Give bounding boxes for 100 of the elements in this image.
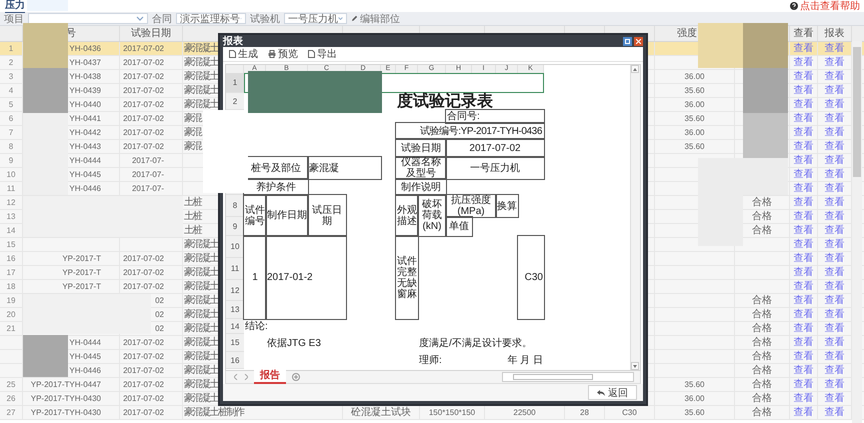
table-cell: 豪混凝土 xyxy=(184,85,218,96)
table-cell: 27 xyxy=(6,408,16,417)
table-cell: 28 xyxy=(580,408,589,417)
sheet-cell-text: 依据JTG E3 xyxy=(266,336,322,350)
table-cell: 3 xyxy=(8,72,14,81)
table-cell: 合格 xyxy=(752,197,772,208)
sheet-cell: 试验日期 xyxy=(396,139,446,157)
table-cell: 合格 xyxy=(752,351,772,362)
sheet-cell: 桩号及部位 xyxy=(244,157,308,179)
table-cell: 22500 xyxy=(513,408,536,417)
table-cell: 35.60 xyxy=(684,114,705,123)
table-cell: YH-0441 xyxy=(69,114,101,123)
table-cell: 2017-07- xyxy=(132,170,164,179)
table-cell: 6 xyxy=(8,114,14,123)
table-cell: 豪混凝土桩制作 xyxy=(184,407,244,418)
table-cell: YH-0446 xyxy=(69,366,101,375)
table-cell: 36.00 xyxy=(684,394,705,403)
filter-label: 项目 xyxy=(4,12,24,26)
table-cell: YP-2017-TYH-0430 xyxy=(30,408,101,417)
table-cell: 10 xyxy=(6,170,16,179)
table-cell: 35.60 xyxy=(684,380,705,389)
table-cell: 豪混 xyxy=(184,113,201,124)
table-cell: 7 xyxy=(8,128,14,137)
table-cell: 豪混凝土 xyxy=(184,337,218,348)
table-cell: 豪混凝土 xyxy=(184,309,218,320)
sheet-cell: 破坏荷载(kN) xyxy=(418,195,446,236)
table-cell: YH-0442 xyxy=(69,128,101,137)
sheet-cell: 试件编号 xyxy=(244,195,266,236)
table-cell: 2017-07- xyxy=(132,156,164,165)
sheet-cell: 抗压强度(MPa) xyxy=(446,195,496,217)
sheet-cell-text: 度试验记录表 xyxy=(396,93,494,110)
table-cell: 4 xyxy=(8,86,14,95)
table-cell: 02 xyxy=(155,324,164,333)
table-cell: 土桩 xyxy=(184,211,201,222)
table-cell: 土桩 xyxy=(184,225,201,236)
table-cell: 9 xyxy=(8,156,14,165)
table-cell: 2017-07-02 xyxy=(123,394,164,403)
table-cell: 11 xyxy=(6,184,16,193)
table-cell: YH-0437 xyxy=(69,58,101,67)
sheet-cell: 试验编号:YP-2017-TYH-0436 xyxy=(396,123,544,139)
table-cell: 13 xyxy=(6,212,16,221)
table-cell: 豪混凝土 xyxy=(184,99,218,110)
table-cell: 豪混凝土 xyxy=(184,323,218,334)
table-cell: 合格 xyxy=(752,337,772,348)
sheet-cell: 单值 xyxy=(446,217,472,236)
sheet-cell: 仪器名称及型号 xyxy=(396,157,446,179)
sheet-cell: 外观描述 xyxy=(396,195,418,236)
sheet-cell: 换算 xyxy=(496,195,518,217)
sheet-cell-text: 年 月 日 xyxy=(506,354,544,368)
table-cell: 2017-07-02 xyxy=(123,100,164,109)
table-cell: 2017-07-02 xyxy=(123,72,164,81)
table-cell: YH-0439 xyxy=(69,86,101,95)
table-cell: 豪混凝土 xyxy=(184,281,218,292)
table-cell: 豪混凝土 xyxy=(184,253,218,264)
table-cell: 土桩 xyxy=(184,197,201,208)
table-cell: YH-0443 xyxy=(69,142,101,151)
sheet-cell: 制作日期 xyxy=(266,195,308,236)
table-cell: 36.00 xyxy=(684,100,705,109)
table-cell: 21 xyxy=(6,324,16,333)
table-cell: 2017-07-02 xyxy=(123,366,164,375)
table-cell: 2017-07-02 xyxy=(123,114,164,123)
table-cell: 合格 xyxy=(752,225,772,236)
table-cell: 2017-07-02 xyxy=(123,58,164,67)
table-cell: 2017-07- xyxy=(132,184,164,193)
sheet-cell: C30 xyxy=(518,236,544,319)
table-cell: 2 xyxy=(8,58,14,67)
table-cell: 5 xyxy=(8,100,14,109)
table-cell: YH-0444 xyxy=(69,338,101,347)
sheet-cell: 养护条件 xyxy=(244,179,308,195)
table-cell: 2017-07-02 xyxy=(123,352,164,361)
table-cell: 豪混凝土 xyxy=(184,351,218,362)
table-cell: 16 xyxy=(6,254,16,263)
filter-label: 合同 xyxy=(152,12,172,26)
table-cell: 02 xyxy=(155,310,164,319)
table-cell: 2017-07-02 xyxy=(123,142,164,151)
dropdown-value: 演示监理标号 xyxy=(180,12,240,26)
table-cell: 15 xyxy=(6,240,16,249)
sheet-cell: 一号压力机 xyxy=(446,157,544,179)
table-cell: 2017-07-02 xyxy=(123,128,164,137)
table-cell: 36.00 xyxy=(684,72,705,81)
table-cell: 合格 xyxy=(752,393,772,404)
table-cell: 豪混凝土 xyxy=(184,393,218,404)
sheet-cell: 1 xyxy=(244,236,266,319)
sheet-cell: 合同号: xyxy=(446,110,544,123)
table-cell: YH-0436 xyxy=(69,44,101,53)
table-cell: 36.00 xyxy=(684,128,705,137)
sheet-cell-text: 结论: xyxy=(244,320,269,334)
table-cell: C30 xyxy=(622,408,637,417)
table-cell: 2017-07-02 xyxy=(123,86,164,95)
table-cell: 豪混凝土 xyxy=(184,57,218,68)
table-cell: 豪混 xyxy=(184,141,201,152)
table-cell: 19 xyxy=(6,296,16,305)
table-cell: 12 xyxy=(6,198,16,207)
table-cell: 合格 xyxy=(752,407,772,418)
table-cell: 豪混凝土 xyxy=(184,239,218,250)
sheet-cell: 制作说明 xyxy=(396,179,446,195)
table-cell: 18 xyxy=(6,282,16,291)
table-cell: 合格 xyxy=(752,323,772,334)
table-cell: YH-0445 xyxy=(69,352,101,361)
table-cell: 150*150*150 xyxy=(428,408,476,417)
